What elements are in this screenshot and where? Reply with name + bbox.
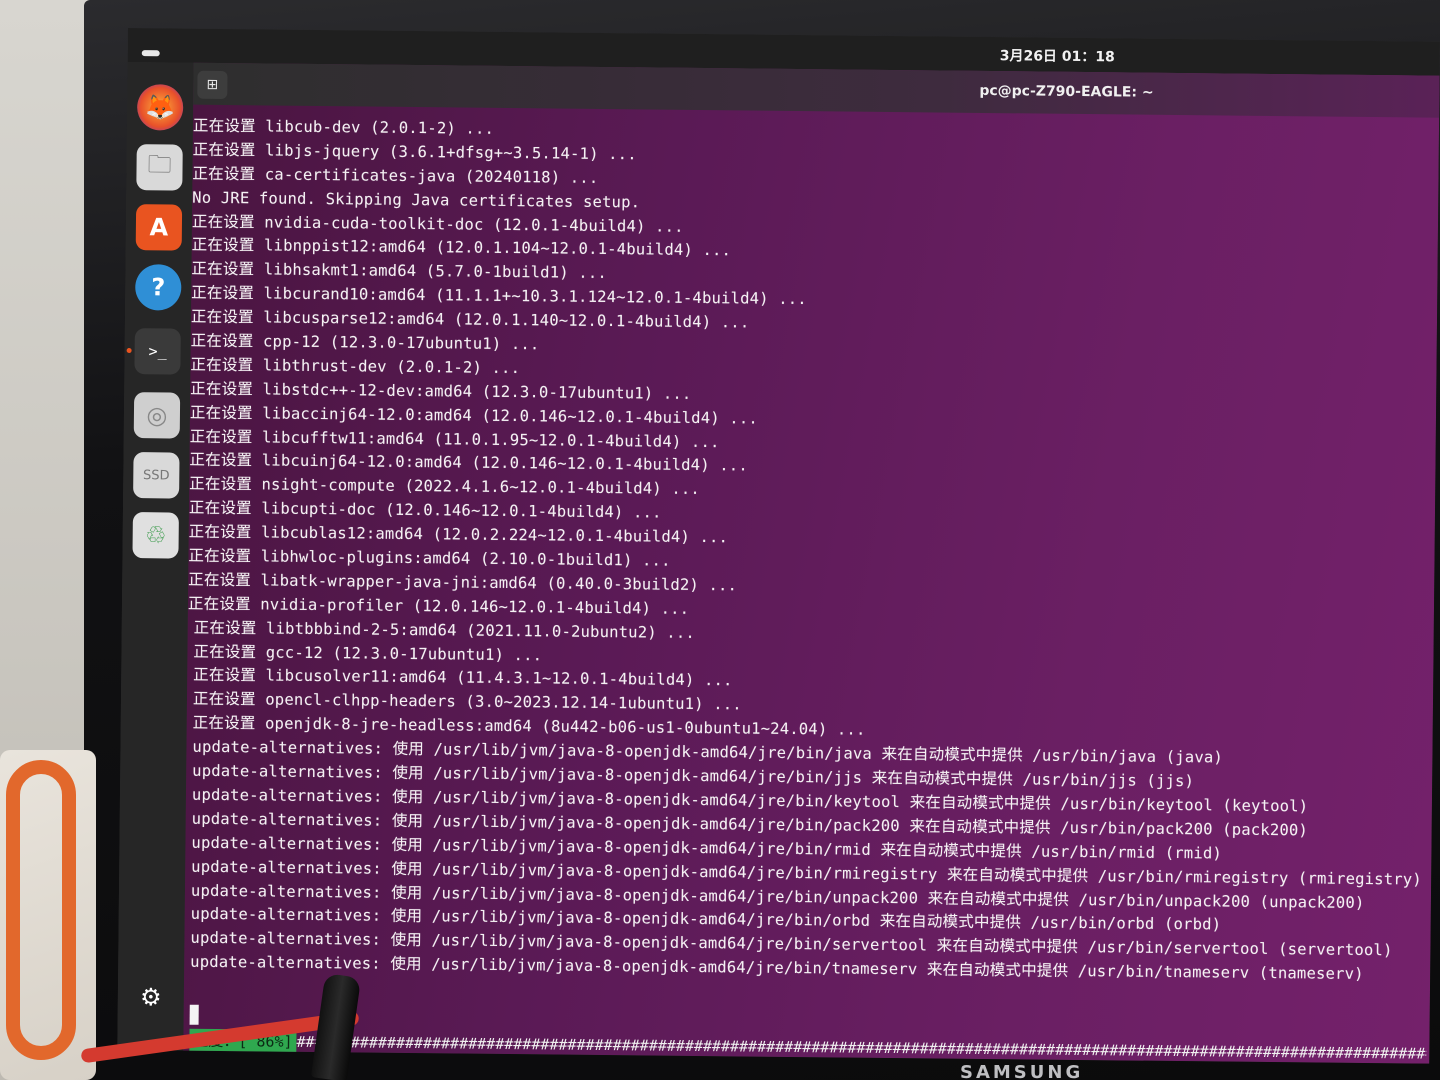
orange-strap [6,760,76,1060]
activities-button[interactable] [141,41,168,76]
ssd-drive-icon[interactable]: SSD [133,452,180,499]
terminal-window[interactable]: ⊞ pc@pc-Z790-EAGLE: ~ 正在设置 libcub-dev (2… [183,62,1440,1064]
running-indicator [126,348,132,354]
firefox-icon[interactable]: 🦊 [136,84,184,131]
clock[interactable]: 3月26日 01：18 [1000,45,1115,66]
terminal-title: pc@pc-Z790-EAGLE: ~ [979,82,1154,101]
disc-icon[interactable]: ◎ [133,392,181,439]
new-tab-button[interactable]: ⊞ [197,70,228,100]
software-center-icon[interactable]: A [135,204,183,251]
terminal-output[interactable]: 正在设置 libcub-dev (2.0.1-2) ... 正在设置 libjs-… [184,115,1433,988]
trash-icon[interactable]: ♲ [132,512,179,559]
help-icon[interactable]: ? [135,264,182,311]
dock: 🦊 🗀 A? >_ ◎ SSD ♲ ⚙ [117,61,194,1051]
screen: 3月26日 01：18 🦊 🗀 A? >_ ◎ SSD ♲ ⚙ ⊞ pc@pc-Z790-EA… [117,28,1440,1064]
monitor-brand: SAMSUNG [960,1062,1084,1080]
show-apps-icon[interactable]: ⚙ [128,974,174,1020]
text-cursor [189,1004,199,1025]
files-icon[interactable]: 🗀 [136,144,183,191]
terminal-icon[interactable]: >_ [134,328,181,375]
